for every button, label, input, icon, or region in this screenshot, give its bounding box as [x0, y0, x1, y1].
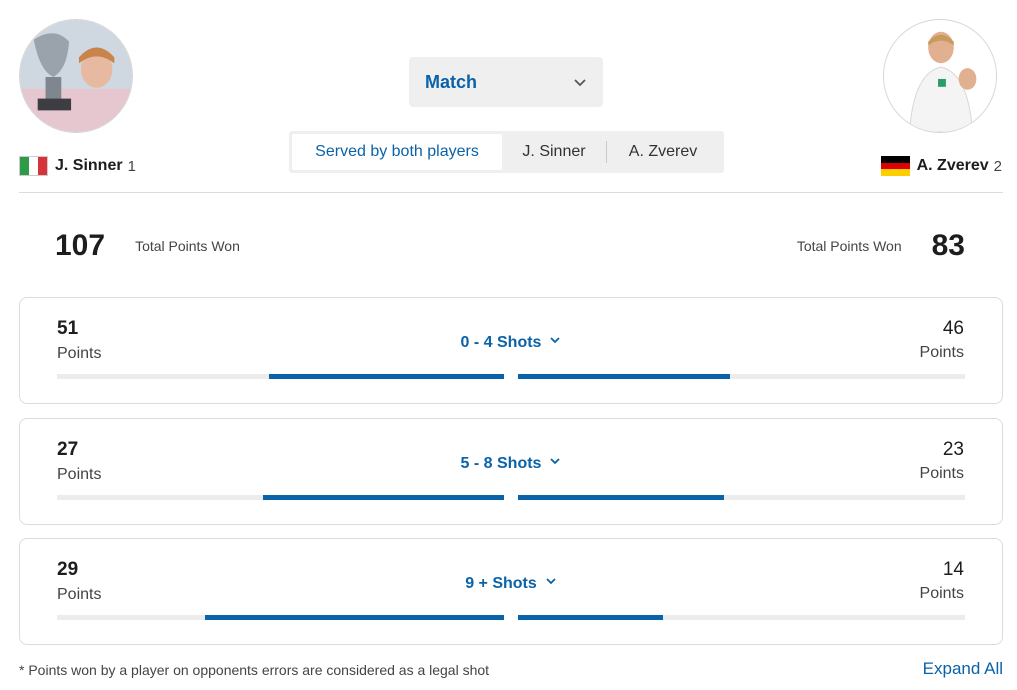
rally-left-bar — [57, 615, 504, 620]
rally-right-bar-fill — [518, 495, 724, 500]
rally-shots-label: 0 - 4 Shots — [460, 334, 542, 351]
rally-expand-toggle[interactable]: 9 + Shots — [20, 575, 1002, 593]
rally-card-0-4: 51 Points 0 - 4 Shots 46 Points — [19, 297, 1003, 404]
serve-filter-zverev[interactable]: A. Zverev — [607, 134, 719, 170]
player-right: A. Zverev 2 — [880, 156, 1002, 176]
flag-italy-icon — [19, 156, 48, 176]
total-points-right-label: Total Points Won — [796, 238, 902, 254]
chevron-down-icon — [550, 337, 561, 344]
serve-filter-segment: Served by both players J. Sinner A. Zver… — [289, 131, 724, 173]
serve-filter-both[interactable]: Served by both players — [292, 134, 502, 170]
rally-left-bar-fill — [269, 374, 504, 379]
rally-left-bar-fill — [262, 495, 504, 500]
total-points-right-value: 83 — [931, 229, 965, 262]
rally-right-label: Points — [919, 585, 964, 602]
avatar-sinner — [19, 19, 133, 133]
rally-right-points: 14 — [942, 559, 964, 580]
total-points-left: 107 Total Points Won — [55, 229, 240, 263]
rally-right-bar-fill — [518, 615, 664, 620]
rally-shots-label: 5 - 8 Shots — [460, 455, 542, 472]
rally-right-points: 46 — [942, 318, 964, 339]
match-select-label: Match — [425, 71, 478, 92]
chevron-down-icon — [550, 458, 561, 465]
rally-expand-toggle[interactable]: 5 - 8 Shots — [20, 455, 1002, 473]
serve-filter-sinner[interactable]: J. Sinner — [502, 134, 606, 170]
rally-card-5-8: 27 Points 5 - 8 Shots 23 Points — [19, 418, 1003, 525]
rally-right-label: Points — [919, 465, 964, 482]
player-left-name: J. Sinner — [55, 157, 123, 174]
player-left: J. Sinner 1 — [19, 156, 136, 176]
rally-left-bar-fill — [204, 615, 504, 620]
rally-right-bar — [518, 495, 965, 500]
total-points-right: Total Points Won 83 — [797, 229, 965, 263]
rally-right-bar — [518, 374, 965, 379]
player-right-name: A. Zverev — [916, 157, 989, 174]
header-divider — [19, 192, 1003, 193]
total-points-left-value: 107 — [55, 229, 106, 262]
rally-left-bar — [57, 374, 504, 379]
match-select-dropdown[interactable]: Match — [409, 57, 603, 107]
rally-shots-label: 9 + Shots — [465, 575, 537, 592]
rally-expand-toggle[interactable]: 0 - 4 Shots — [20, 334, 1002, 352]
avatar-zverev — [883, 19, 997, 133]
flag-germany-icon — [880, 156, 910, 176]
chevron-down-icon — [546, 578, 556, 585]
rally-right-label: Points — [919, 344, 964, 361]
footnote: * Points won by a player on opponents er… — [19, 662, 490, 678]
player-right-seed: 2 — [993, 157, 1002, 175]
rally-card-9-plus: 29 Points 9 + Shots 14 Points — [19, 538, 1003, 645]
player-left-seed: 1 — [127, 157, 136, 175]
rally-left-bar — [57, 495, 504, 500]
rally-right-bar — [518, 615, 965, 620]
rally-right-points: 23 — [942, 439, 964, 460]
expand-all-link[interactable]: Expand All — [923, 659, 1003, 679]
chevron-down-icon — [574, 79, 586, 87]
total-points-left-label: Total Points Won — [135, 238, 240, 254]
rally-right-bar-fill — [518, 374, 731, 379]
